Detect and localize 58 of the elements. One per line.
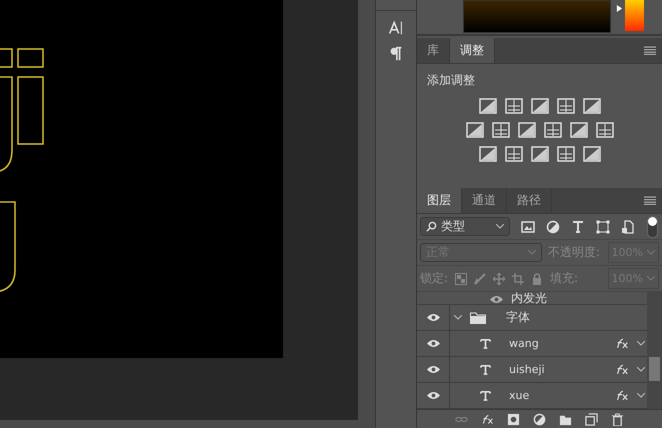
slider-thumb-icon[interactable]: [616, 4, 623, 13]
mask-icon[interactable]: [507, 412, 520, 426]
menu-icon[interactable]: [644, 196, 656, 205]
panel-heading: 添加调整: [427, 72, 476, 90]
scrollbar[interactable]: [358, 0, 375, 420]
search-icon: [426, 221, 437, 232]
fx-icon[interactable]: [481, 412, 494, 426]
eye-icon[interactable]: [426, 339, 440, 348]
document-icon[interactable]: [621, 220, 635, 234]
chevron-down-icon[interactable]: [454, 315, 462, 320]
filter-toggle[interactable]: [647, 216, 658, 238]
folder-icon: [470, 312, 486, 324]
checkerboard-icon[interactable]: [455, 272, 468, 285]
new-layer-icon[interactable]: [585, 412, 598, 426]
character-icon[interactable]: [387, 19, 405, 37]
chevron-down-icon: [647, 250, 655, 256]
fx-icon[interactable]: [615, 390, 629, 402]
scrollbar[interactable]: [647, 292, 662, 410]
half-circle-icon[interactable]: [546, 220, 560, 234]
chevron-down-icon[interactable]: [637, 341, 645, 346]
layer-row[interactable]: 字体: [417, 305, 647, 332]
eye-icon[interactable]: [426, 313, 440, 322]
chevron-down-icon: [647, 276, 655, 282]
layer-row[interactable]: uisheji: [417, 357, 647, 384]
filter-dropdown[interactable]: 类型: [420, 217, 510, 236]
text-layer-icon: [480, 390, 491, 402]
menu-icon[interactable]: [644, 46, 656, 56]
panel-tab[interactable]: 路径: [507, 188, 552, 214]
color-picker-field[interactable]: [463, 0, 611, 33]
trash-icon[interactable]: [611, 412, 624, 426]
chevron-down-icon[interactable]: [637, 367, 645, 372]
layer-name: 字体: [506, 309, 530, 326]
text-layer-icon: [480, 364, 491, 376]
chevron-down-icon: [528, 250, 536, 256]
fx-icon[interactable]: [615, 338, 629, 350]
panel-tab[interactable]: 调整: [450, 38, 495, 64]
text-layer-icon: [480, 338, 491, 350]
panel-tab[interactable]: 图层: [417, 188, 462, 214]
eye-icon[interactable]: [426, 391, 440, 400]
layer-row[interactable]: xue: [417, 383, 647, 410]
effect-name: 内发光: [511, 292, 547, 304]
scrollbar[interactable]: [0, 420, 375, 428]
chevron-down-icon: [496, 224, 504, 230]
panel-tab[interactable]: 通道: [462, 188, 507, 214]
filter-value: 类型: [441, 218, 466, 236]
image-icon[interactable]: [521, 220, 535, 234]
layer-row[interactable]: wang: [417, 331, 647, 358]
layer-row[interactable]: 内发光: [417, 292, 647, 306]
half-circle-icon[interactable]: [533, 412, 546, 426]
layer-name: uisheji: [509, 363, 546, 376]
transform-icon[interactable]: [596, 220, 610, 234]
eye-icon[interactable]: [490, 295, 503, 304]
fx-icon[interactable]: [615, 364, 629, 376]
chevron-down-icon[interactable]: [637, 393, 645, 398]
eye-icon[interactable]: [426, 365, 440, 374]
type-icon[interactable]: [571, 220, 585, 234]
layer-name: xue: [509, 389, 530, 402]
layer-name: wang: [509, 337, 540, 350]
